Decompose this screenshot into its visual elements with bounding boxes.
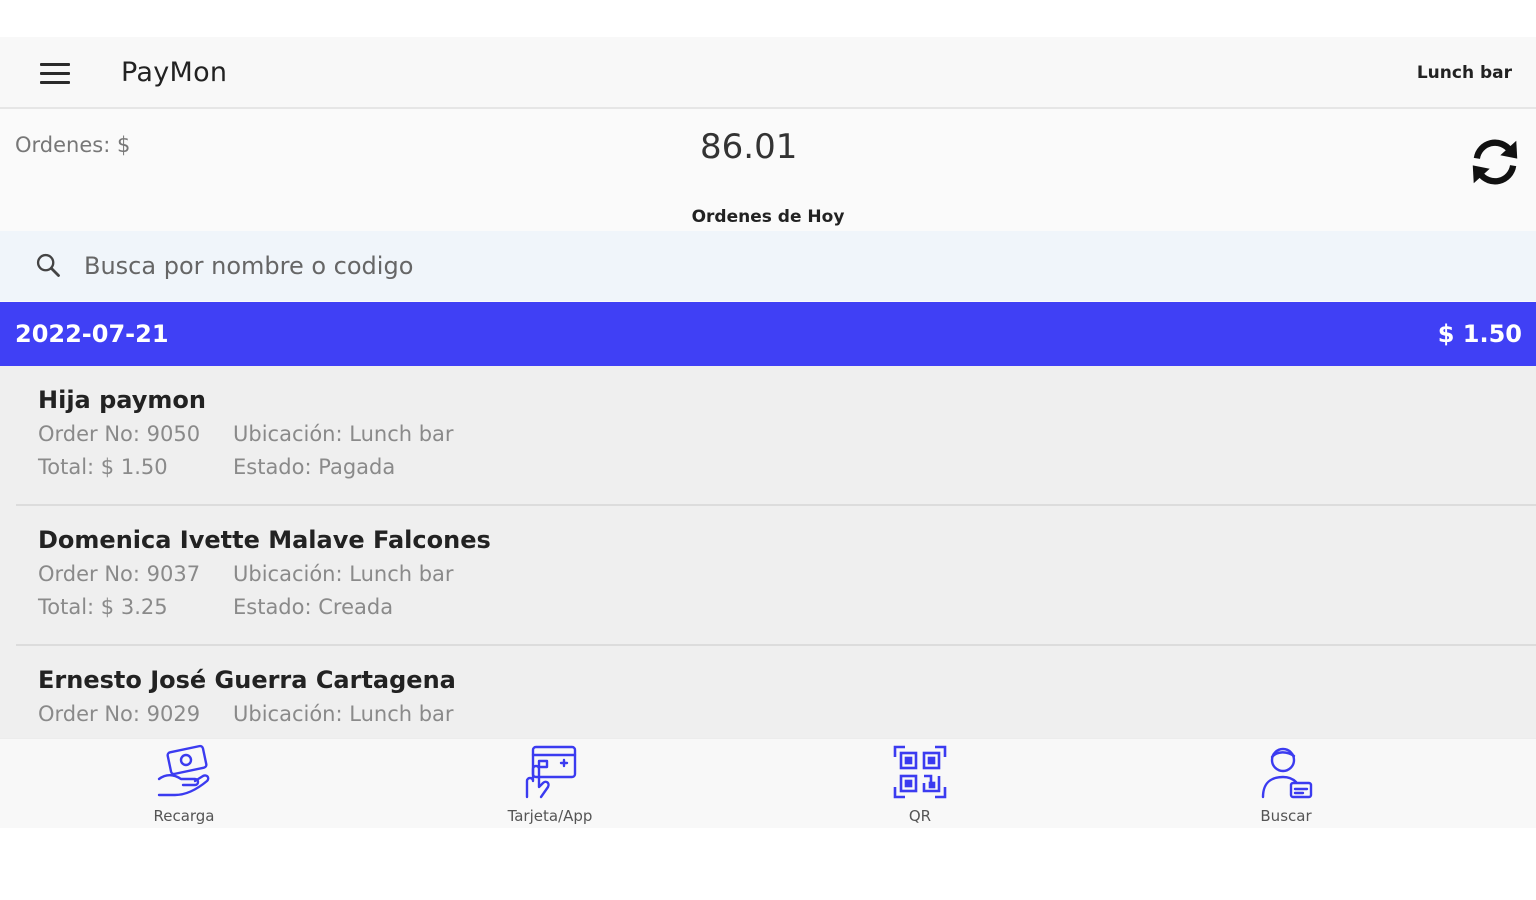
order-number: Order No: 9037 bbox=[38, 562, 201, 586]
order-total: Total: $ 1.50 bbox=[38, 455, 168, 479]
app-bar: PayMon Lunch bar bbox=[0, 37, 1536, 109]
order-number: Order No: 9050 bbox=[38, 422, 201, 446]
order-number: Order No: 9029 bbox=[38, 702, 201, 726]
order-location: Ubicación: Lunch bar bbox=[233, 702, 454, 726]
search-bar bbox=[0, 231, 1536, 301]
app-title: PayMon bbox=[121, 57, 228, 88]
menu-icon[interactable] bbox=[30, 55, 80, 91]
user-search-icon bbox=[1261, 747, 1313, 799]
list-item[interactable]: Domenica Ivette Malave Falcones Order No… bbox=[0, 506, 1536, 646]
customer-name: Ernesto José Guerra Cartagena bbox=[38, 666, 456, 694]
date-group-total: $ 1.50 bbox=[1437, 320, 1522, 348]
order-location: Ubicación: Lunch bar bbox=[233, 562, 454, 586]
orders-total-value: 86.01 bbox=[700, 127, 798, 167]
location-label: Lunch bar bbox=[1416, 63, 1512, 83]
nav-tarjeta-app-label: Tarjeta/App bbox=[507, 807, 593, 825]
nav-recarga[interactable]: Recarga bbox=[104, 739, 264, 828]
orders-summary: Ordenes: $ 86.01 Ordenes de Hoy bbox=[0, 111, 1536, 231]
list-item[interactable]: Hija paymon Order No: 9050 Ubicación: Lu… bbox=[0, 366, 1536, 506]
date-group-header: 2022-07-21 $ 1.50 bbox=[0, 302, 1536, 366]
bottom-navigation: Recarga Tarjeta/App QR Buscar bbox=[0, 738, 1536, 828]
search-input[interactable] bbox=[84, 245, 984, 287]
hand-money-icon bbox=[157, 744, 210, 797]
date-group-date: 2022-07-21 bbox=[15, 320, 169, 348]
app-screen: PayMon Lunch bar Ordenes: $ 86.01 Ordene… bbox=[0, 37, 1536, 828]
orders-total-label: Ordenes: $ bbox=[15, 133, 131, 157]
order-status: Estado: Pagada bbox=[233, 455, 396, 479]
search-icon bbox=[36, 253, 60, 277]
refresh-icon[interactable] bbox=[1466, 133, 1524, 191]
customer-name: Hija paymon bbox=[38, 386, 206, 414]
order-total: Total: $ 3.25 bbox=[38, 595, 168, 619]
qr-code-icon bbox=[893, 745, 947, 799]
nav-qr-label: QR bbox=[908, 807, 932, 825]
today-orders-heading: Ordenes de Hoy bbox=[691, 207, 845, 227]
customer-name: Domenica Ivette Malave Falcones bbox=[38, 526, 491, 554]
orders-list: Hija paymon Order No: 9050 Ubicación: Lu… bbox=[0, 366, 1536, 738]
order-location: Ubicación: Lunch bar bbox=[233, 422, 454, 446]
order-status: Estado: Creada bbox=[233, 595, 394, 619]
nav-qr[interactable]: QR bbox=[840, 739, 1000, 828]
nav-recarga-label: Recarga bbox=[153, 807, 215, 825]
list-item[interactable]: Ernesto José Guerra Cartagena Order No: … bbox=[0, 646, 1536, 738]
nav-buscar-label: Buscar bbox=[1260, 807, 1312, 825]
card-tap-icon bbox=[525, 745, 577, 799]
nav-tarjeta-app[interactable]: Tarjeta/App bbox=[470, 739, 630, 828]
nav-buscar[interactable]: Buscar bbox=[1206, 739, 1366, 828]
